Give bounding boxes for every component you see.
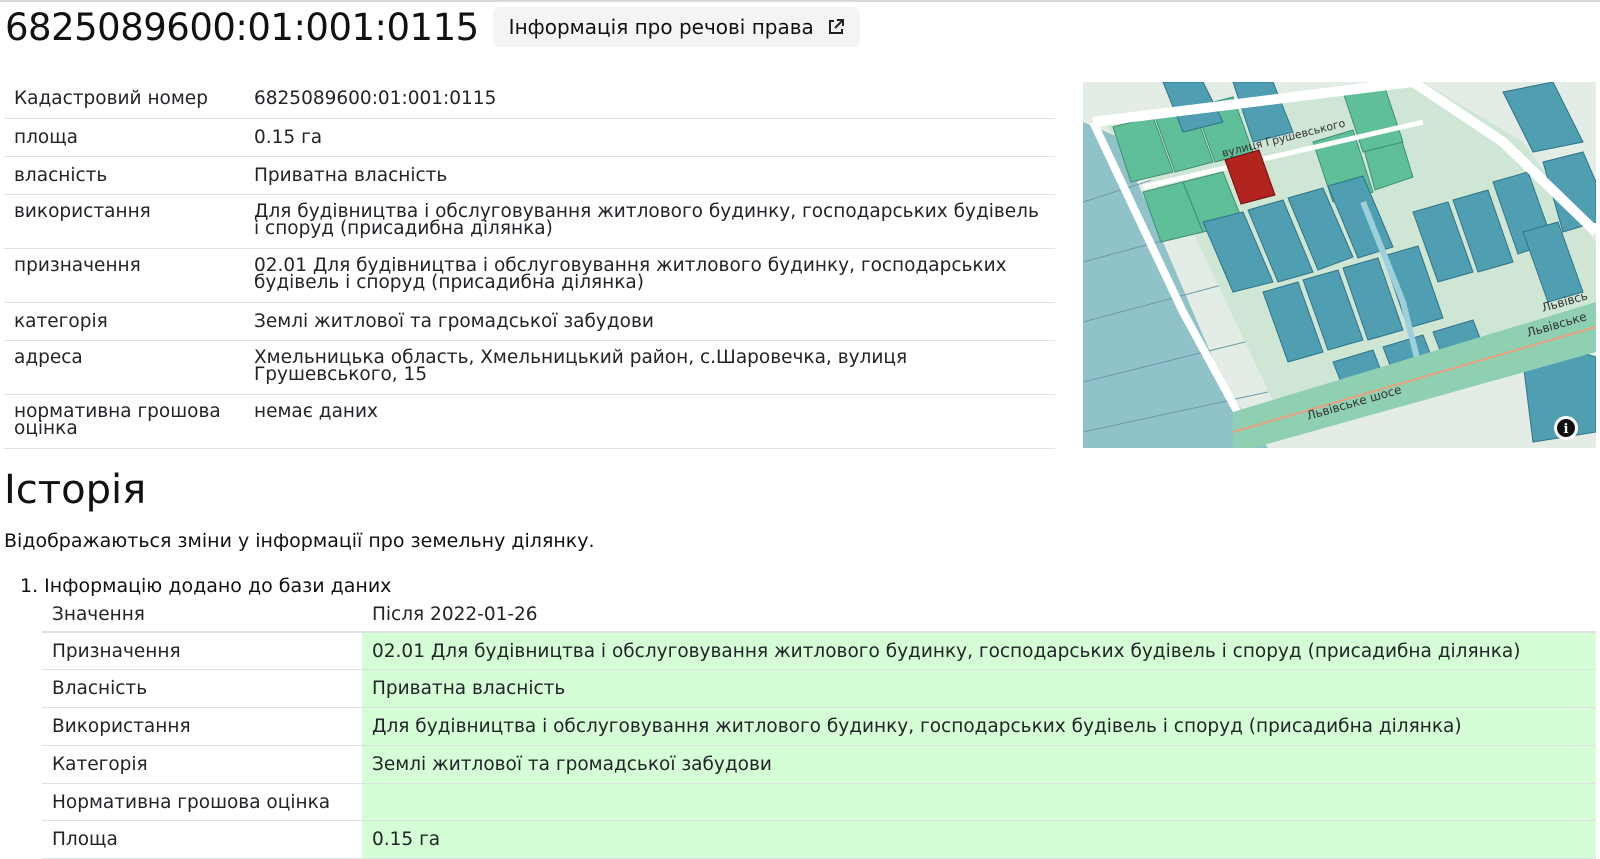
history-key: Призначення [42,632,362,671]
info-row-valuation: нормативна грошова оцінка немає даних [4,394,1055,449]
history-row: Площа 0.15 га [42,820,1596,859]
info-value: Землі житлової та громадської забудови [244,302,1055,341]
info-row-category: категорія Землі житлової та громадської … [4,302,1055,341]
info-key: категорія [4,302,244,341]
page-header: 6825089600:01:001:0115 Інформація про ре… [5,2,860,52]
info-value: 6825089600:01:001:0115 [244,80,1055,119]
info-value: немає даних [244,394,1055,449]
history-key: Категорія [42,745,362,784]
info-key: Кадастровий номер [4,80,244,119]
history-row: Власність Приватна власність [42,669,1596,709]
history-value: 0.15 га [362,820,1596,859]
history-table: Значення Після 2022-01-26 Призначення 02… [42,598,1596,859]
history-value: Землі житлової та громадської забудови [362,745,1596,784]
property-rights-button-label: Інформація про речові права [508,15,814,39]
map-info-button[interactable]: i [1554,416,1578,440]
history-value [362,783,1596,822]
info-row-usage: використання Для будівництва і обслугову… [4,194,1055,249]
info-key: адреса [4,340,244,395]
info-value: 0.15 га [244,118,1055,157]
page-title: 6825089600:01:001:0115 [5,5,479,49]
info-row-area: площа 0.15 га [4,118,1055,157]
parcel-info-table: Кадастровий номер 6825089600:01:001:0115… [4,80,1055,449]
history-value: 02.01 Для будівництва і обслуговування ж… [362,632,1596,671]
history-header-key: Значення [42,598,362,633]
history-header-row: Значення Після 2022-01-26 [42,598,1596,633]
history-value: Приватна власність [362,669,1596,709]
history-key: Нормативна грошова оцінка [42,783,362,822]
info-key: призначення [4,248,244,303]
history-key: Площа [42,820,362,859]
info-row-purpose: призначення 02.01 Для будівництва і обсл… [4,248,1055,303]
history-row: Категорія Землі житлової та громадської … [42,745,1596,784]
info-row-cadastral-number: Кадастровий номер 6825089600:01:001:0115 [4,80,1055,119]
history-row: Використання Для будівництва і обслугову… [42,707,1596,746]
cadastral-map[interactable]: вулиця Грушевського Львівське шосе Львів… [1083,82,1596,448]
external-link-icon [828,19,844,34]
history-header-value: Після 2022-01-26 [362,598,1596,633]
info-row-address: адреса Хмельницька область, Хмельницький… [4,340,1055,395]
history-description: Відображаються зміни у інформації про зе… [4,530,595,552]
history-key: Використання [42,707,362,746]
info-icon: i [1564,422,1569,437]
history-key: Власність [42,669,362,709]
info-value: Для будівництва і обслуговування житлово… [244,194,1055,249]
history-row: Нормативна грошова оцінка [42,783,1596,822]
info-key: власність [4,156,244,195]
info-value: 02.01 Для будівництва і обслуговування ж… [244,248,1055,303]
property-rights-button[interactable]: Інформація про речові права [492,7,860,47]
info-key: площа [4,118,244,157]
info-key: використання [4,194,244,249]
info-key: нормативна грошова оцінка [4,394,244,449]
history-value: Для будівництва і обслуговування житлово… [362,707,1596,746]
history-row: Призначення 02.01 Для будівництва і обсл… [42,632,1596,671]
history-title: Історія [4,467,147,513]
info-value: Хмельницька область, Хмельницький район,… [244,340,1055,395]
history-item-title: 1. Інформацію додано до бази даних [20,575,392,597]
info-row-ownership: власність Приватна власність [4,156,1055,195]
info-value: Приватна власність [244,156,1055,195]
